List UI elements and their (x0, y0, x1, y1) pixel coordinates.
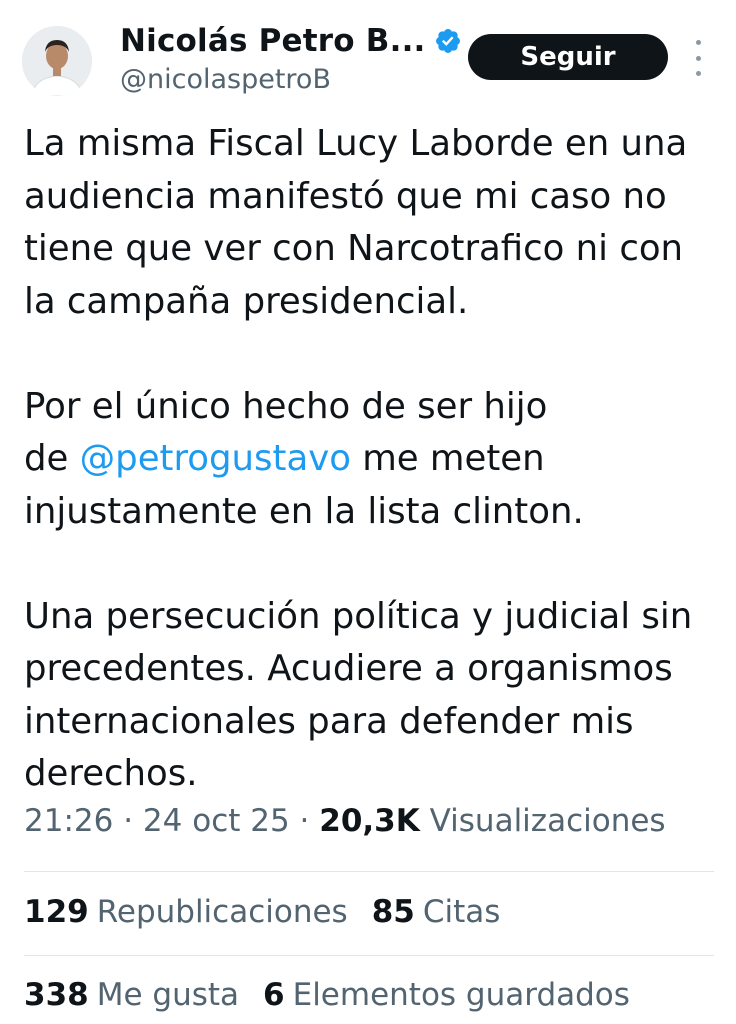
tweet-paragraph-3: Una persecución política y judicial sin … (24, 595, 693, 795)
tweet-meta: 21:26 · 24 oct 25 · 20,3K Visualizacione… (24, 803, 666, 839)
avatar[interactable] (22, 26, 92, 96)
reposts-count: 129 (24, 894, 89, 930)
bookmarks-stat[interactable]: 6 Elementos guardados (263, 977, 630, 1013)
avatar-photo-icon (22, 26, 92, 96)
tweet-time[interactable]: 21:26 (24, 803, 113, 839)
verified-badge-icon[interactable] (434, 27, 462, 55)
dot (695, 40, 701, 45)
dot (695, 71, 701, 76)
likes-stat[interactable]: 338 Me gusta (24, 977, 239, 1013)
more-vertical-icon[interactable] (688, 40, 708, 76)
stats-row-reposts: 129 Republicaciones 85 Citas (24, 894, 500, 930)
quotes-stat[interactable]: 85 Citas (372, 894, 501, 930)
author-display-name[interactable]: Nicolás Petro B... (120, 23, 426, 59)
meta-separator: · (123, 803, 134, 839)
divider (24, 955, 714, 956)
views-count: 20,3K (319, 803, 420, 839)
likes-label: Me gusta (96, 977, 240, 1013)
meta-separator: · (299, 803, 310, 839)
mention-link[interactable]: @petrogustavo (80, 438, 351, 479)
views-label: Visualizaciones (429, 803, 666, 839)
reposts-label: Republicaciones (96, 894, 348, 930)
tweet-header: Nicolás Petro B... @nicolaspetroB Seguir (0, 0, 736, 110)
author-handle[interactable]: @nicolaspetroB (120, 64, 331, 95)
quotes-count: 85 (371, 894, 415, 930)
follow-button[interactable]: Seguir (468, 34, 668, 80)
likes-count: 338 (24, 977, 89, 1013)
tweet-date[interactable]: 24 oct 25 (143, 803, 290, 839)
stats-row-likes: 338 Me gusta 6 Elementos guardados (24, 977, 630, 1013)
tweet-paragraph-1: La misma Fiscal Lucy Laborde en una audi… (24, 123, 688, 322)
bookmarks-label: Elementos guardados (292, 977, 630, 1013)
divider (24, 871, 714, 872)
tweet-text: La misma Fiscal Lucy Laborde en una audi… (24, 118, 714, 801)
quotes-label: Citas (422, 894, 501, 930)
reposts-stat[interactable]: 129 Republicaciones (24, 894, 348, 930)
author-name-row: Nicolás Petro B... (120, 20, 462, 62)
dot (695, 55, 701, 61)
bookmarks-count: 6 (263, 977, 285, 1013)
